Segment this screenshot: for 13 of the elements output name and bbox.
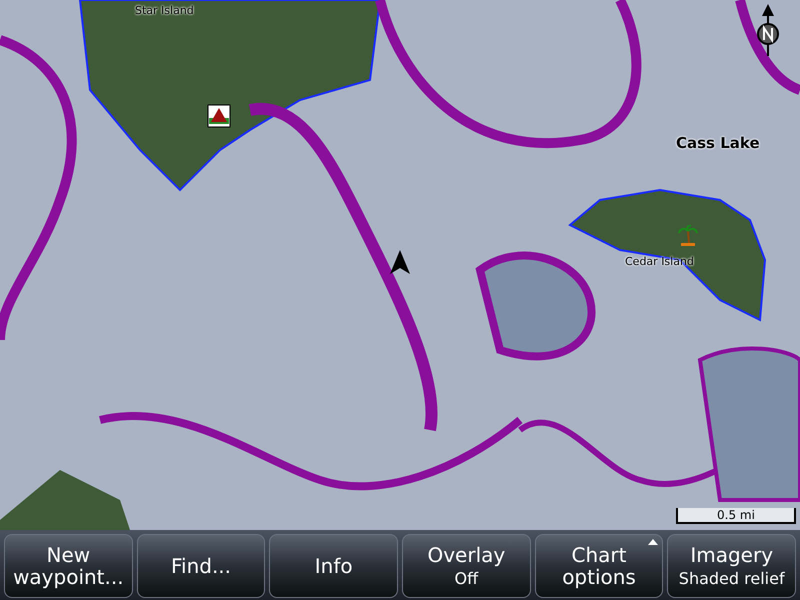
map-label: Star Island [135,3,194,19]
softkey-button[interactable]: Overlay Off [402,534,531,598]
softkey-button[interactable]: Info [269,534,398,598]
softkey-button[interactable]: Chart options [534,534,664,598]
map-label: Cass Lake [676,133,760,154]
boat-position-icon [390,250,410,274]
hazard-marker-icon [207,104,231,128]
palm-tree-icon [678,225,698,247]
scale-text: 0.5 mi [717,509,755,522]
softkey-button[interactable]: Imagery Shaded relief [667,534,796,598]
softkey-button[interactable]: New waypoint... [4,534,133,598]
north-arrow-icon [756,4,780,56]
softkey-button[interactable]: Find... [136,534,266,598]
